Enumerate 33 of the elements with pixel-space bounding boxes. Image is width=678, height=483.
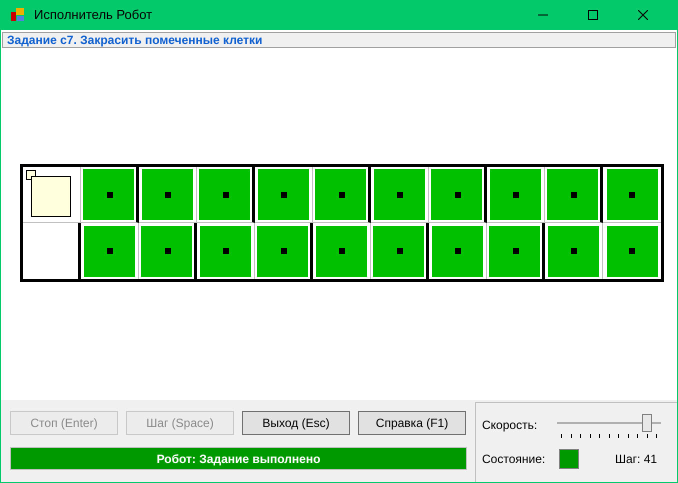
cell-mark xyxy=(339,248,345,254)
cell-mark xyxy=(281,248,287,254)
cell-mark xyxy=(223,248,229,254)
task-title: Задание с7. Закрасить помеченные клетки xyxy=(7,32,262,49)
cell-mark xyxy=(513,192,519,198)
cell-mark xyxy=(165,248,171,254)
cell-mark xyxy=(397,192,403,198)
cell-mark xyxy=(339,192,345,198)
cell-mark xyxy=(107,192,113,198)
command-button[interactable]: Выход (Esc) xyxy=(242,411,350,435)
maximize-icon[interactable] xyxy=(588,10,598,20)
close-icon[interactable] xyxy=(638,10,648,20)
status-bar: Робот: Задание выполнено xyxy=(10,447,467,470)
window-title: Исполнитель Робот xyxy=(34,6,152,24)
cell-mark xyxy=(281,192,287,198)
step-counter: Шаг: 41 xyxy=(615,451,658,468)
state-label: Состояние: xyxy=(482,451,546,468)
cell-mark xyxy=(165,192,171,198)
cell-mark xyxy=(571,192,577,198)
cell-mark xyxy=(455,248,461,254)
speed-label: Скорость: xyxy=(482,417,538,434)
cell-mark xyxy=(455,192,461,198)
robot-icon xyxy=(26,170,71,217)
cell-mark xyxy=(107,248,113,254)
command-button[interactable]: Справка (F1) xyxy=(358,411,466,435)
speed-slider[interactable] xyxy=(557,412,661,434)
cell-mark xyxy=(571,248,577,254)
cell-mark xyxy=(223,192,229,198)
cell-mark xyxy=(629,192,635,198)
cell-mark xyxy=(513,248,519,254)
app-icon xyxy=(10,7,26,23)
cell-mark xyxy=(629,248,635,254)
cell-mark xyxy=(397,248,403,254)
